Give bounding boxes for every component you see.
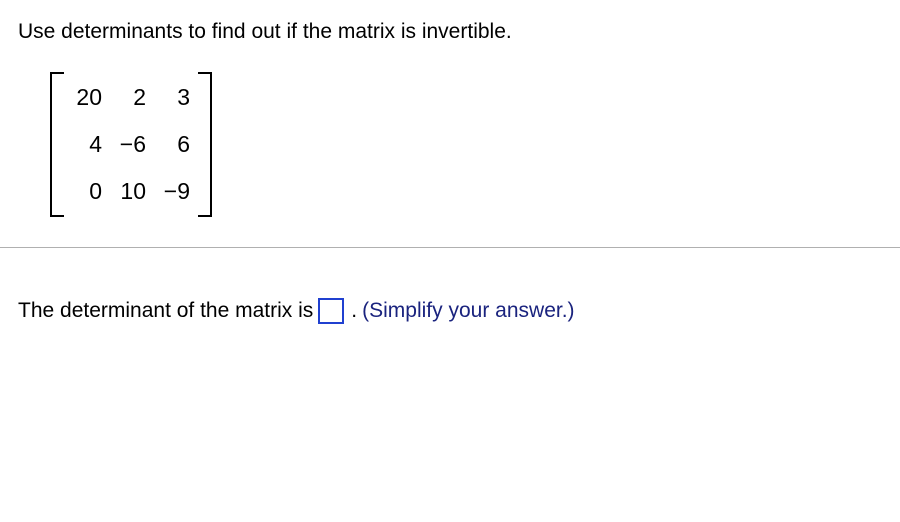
bracket-right: [200, 72, 212, 217]
answer-section: The determinant of the matrix is . (Simp…: [18, 298, 882, 324]
determinant-input[interactable]: [318, 298, 344, 324]
bracket-left: [50, 72, 62, 217]
answer-prefix: The determinant of the matrix is: [18, 299, 313, 323]
matrix-cell: 6: [160, 131, 190, 158]
answer-period: .: [351, 299, 357, 323]
matrix-cell: −6: [116, 131, 146, 158]
matrix-cell: 10: [116, 178, 146, 205]
answer-hint: (Simplify your answer.): [362, 299, 574, 323]
matrix-cell: −9: [160, 178, 190, 205]
matrix-cell: 2: [116, 84, 146, 111]
question-prompt: Use determinants to find out if the matr…: [18, 20, 882, 44]
matrix: 20 2 3 4 −6 6 0 10 −9: [50, 72, 212, 217]
matrix-cell: 4: [72, 131, 102, 158]
divider: [0, 247, 900, 248]
matrix-cell: 20: [72, 84, 102, 111]
matrix-grid: 20 2 3 4 −6 6 0 10 −9: [62, 72, 200, 217]
matrix-cell: 0: [72, 178, 102, 205]
matrix-cell: 3: [160, 84, 190, 111]
